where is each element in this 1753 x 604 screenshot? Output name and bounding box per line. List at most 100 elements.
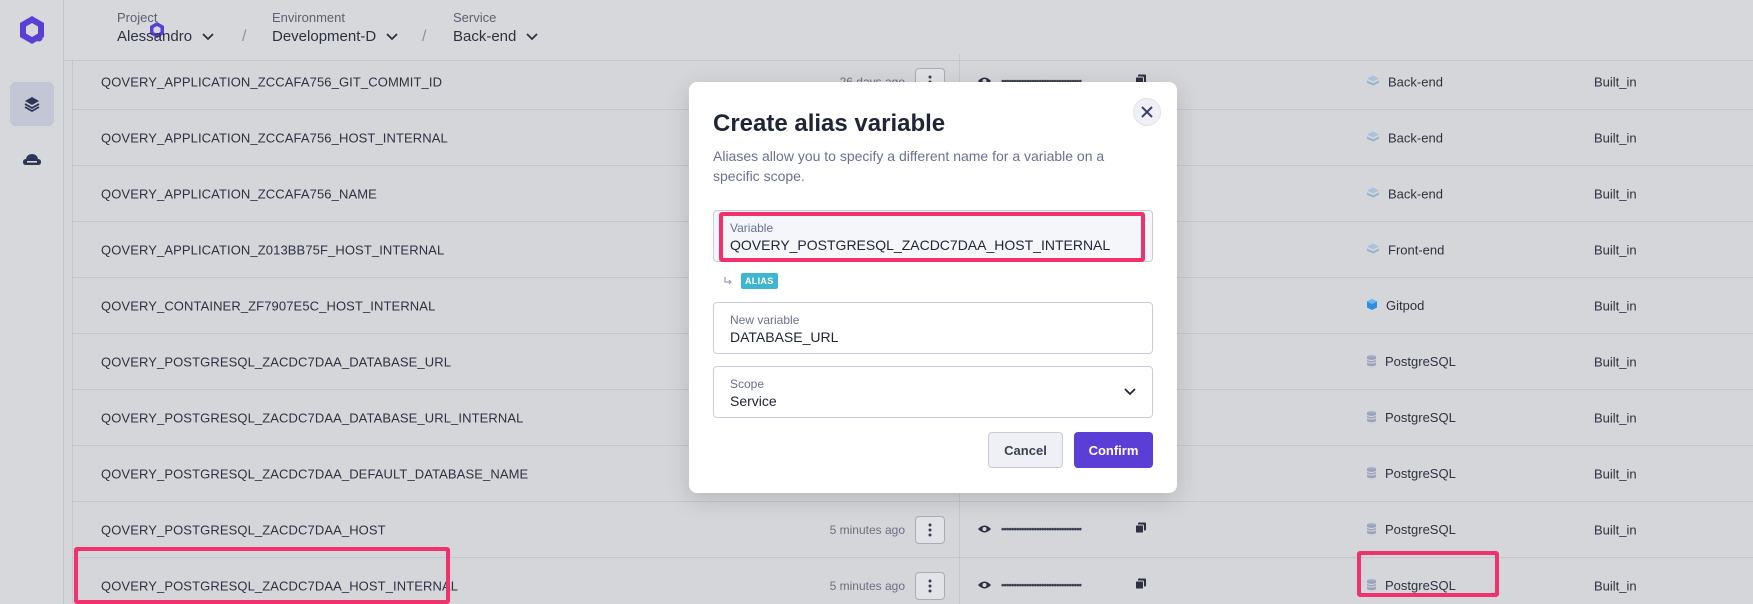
variable-name: QOVERY_POSTGRESQL_ZACDC7DAA_DATABASE_URL…	[101, 410, 524, 425]
scope-select[interactable]: Scope Service	[713, 366, 1153, 418]
variable-name: QOVERY_POSTGRESQL_ZACDC7DAA_DEFAULT_DATA…	[101, 466, 529, 481]
application-icon	[1366, 74, 1380, 89]
breadcrumb-environment-label: Environment	[272, 10, 345, 25]
copy-icon[interactable]	[1135, 577, 1147, 595]
breadcrumb-project[interactable]: Project Alessandro	[117, 10, 214, 45]
service-cell: PostgreSQL	[1366, 354, 1456, 370]
breadcrumb-project-value: Alessandro	[117, 28, 193, 45]
variable-name: QOVERY_POSTGRESQL_ZACDC7DAA_DATABASE_URL	[101, 354, 452, 369]
service-name: Gitpod	[1386, 298, 1425, 313]
new-variable-field[interactable]: New variable DATABASE_URL	[713, 302, 1153, 354]
service-cell: Gitpod	[1366, 298, 1424, 314]
cancel-button[interactable]: Cancel	[988, 432, 1063, 468]
scope-cell: Built_in	[1594, 130, 1637, 145]
row-actions-button[interactable]	[915, 571, 945, 600]
chevron-down-icon	[526, 32, 539, 40]
breadcrumb-environment-value: Development-D	[272, 28, 377, 45]
service-cell: PostgreSQL	[1366, 410, 1456, 426]
database-icon	[1366, 354, 1377, 370]
close-icon	[1141, 106, 1153, 118]
scope-cell: Built_in	[1594, 410, 1637, 425]
cloud-icon	[23, 154, 41, 165]
eye-icon[interactable]	[977, 521, 992, 539]
alias-badge: ALIAS	[741, 273, 778, 289]
database-icon	[1366, 522, 1377, 538]
highlight-variable-field	[719, 212, 1145, 262]
scope-cell: Built_in	[1594, 298, 1637, 313]
close-button[interactable]	[1133, 98, 1161, 126]
chevron-down-icon	[1124, 388, 1136, 396]
service-name: PostgreSQL	[1385, 522, 1456, 537]
breadcrumb-service-label: Service	[453, 10, 497, 25]
variable-name: QOVERY_APPLICATION_Z013BB75F_HOST_INTERN…	[101, 242, 445, 257]
copy-icon[interactable]	[1135, 521, 1147, 539]
database-icon	[1366, 410, 1377, 426]
new-variable-field-label: New variable	[730, 313, 800, 327]
modal-title: Create alias variable	[713, 110, 946, 137]
service-cell: Front-end	[1366, 242, 1444, 257]
top-header: Project Alessandro / Environment Develop…	[64, 0, 1753, 61]
nav-services-button[interactable]	[10, 82, 54, 126]
new-variable-field-value[interactable]: DATABASE_URL	[730, 329, 838, 345]
layers-icon	[24, 97, 40, 113]
application-icon	[1366, 242, 1380, 257]
arrow-return-icon	[724, 277, 732, 285]
alias-indicator: ALIAS	[723, 273, 778, 289]
variable-name: QOVERY_APPLICATION_ZCCAFA756_NAME	[101, 186, 377, 201]
variable-name: QOVERY_APPLICATION_ZCCAFA756_GIT_COMMIT_…	[101, 74, 443, 89]
service-name: Back-end	[1388, 130, 1443, 145]
service-cell: Back-end	[1366, 186, 1443, 201]
scope-cell: Built_in	[1594, 466, 1637, 481]
eye-icon[interactable]	[977, 577, 992, 595]
service-cell: PostgreSQL	[1366, 466, 1456, 482]
more-vertical-icon	[928, 579, 932, 592]
masked-value: ••••••••••••••••••••••••••••••••	[1001, 580, 1082, 591]
breadcrumb-environment[interactable]: Environment Development-D	[272, 10, 398, 45]
breadcrumb-separator: /	[242, 28, 247, 45]
scope-cell: Built_in	[1594, 522, 1637, 537]
service-name: Front-end	[1388, 242, 1445, 257]
updated-time: 5 minutes ago	[829, 522, 905, 537]
create-alias-modal: Create alias variable Aliases allow you …	[689, 82, 1177, 493]
application-icon	[1366, 130, 1380, 145]
scope-cell: Built_in	[1594, 578, 1637, 593]
service-name: PostgreSQL	[1385, 410, 1456, 425]
variable-name: QOVERY_CONTAINER_ZF7907E5C_HOST_INTERNAL	[101, 298, 436, 313]
container-icon	[1366, 298, 1378, 314]
service-name: PostgreSQL	[1385, 466, 1456, 481]
modal-description: Aliases allow you to specify a different…	[713, 148, 1105, 184]
service-cell: PostgreSQL	[1366, 522, 1456, 538]
variable-name: QOVERY_APPLICATION_ZCCAFA756_HOST_INTERN…	[101, 130, 448, 145]
highlight-variable-name	[74, 547, 450, 604]
row-actions-button[interactable]	[915, 515, 945, 544]
column-divider	[959, 558, 960, 604]
variable-name: QOVERY_POSTGRESQL_ZACDC7DAA_HOST	[101, 522, 386, 537]
confirm-button[interactable]: Confirm	[1074, 432, 1153, 468]
scope-cell: Built_in	[1594, 242, 1637, 257]
breadcrumb-service[interactable]: Service Back-end	[453, 10, 539, 45]
more-vertical-icon	[928, 523, 932, 536]
service-name: PostgreSQL	[1385, 354, 1456, 369]
scope-select-label: Scope	[730, 377, 765, 391]
scope-cell: Built_in	[1594, 354, 1637, 369]
breadcrumb-service-value: Back-end	[453, 28, 517, 45]
scope-cell: Built_in	[1594, 74, 1637, 89]
scope-cell: Built_in	[1594, 186, 1637, 201]
chevron-down-icon	[202, 32, 214, 40]
nav-cloud-button[interactable]	[10, 138, 54, 182]
qovery-logo-icon[interactable]	[14, 12, 50, 48]
chevron-down-icon	[386, 32, 398, 40]
service-name: Back-end	[1388, 186, 1443, 201]
breadcrumb-separator: /	[422, 28, 427, 45]
database-icon	[1366, 466, 1377, 482]
scope-select-value: Service	[730, 393, 777, 409]
application-icon	[1366, 186, 1380, 201]
breadcrumb-project-label: Project	[117, 10, 158, 25]
masked-value: ••••••••••••••••••••••••••••••••	[1001, 524, 1082, 535]
service-cell: Back-end	[1366, 74, 1443, 89]
updated-time: 5 minutes ago	[829, 578, 905, 593]
column-divider	[959, 502, 960, 557]
service-cell: Back-end	[1366, 130, 1443, 145]
left-rail	[0, 0, 64, 604]
service-name: Back-end	[1388, 74, 1443, 89]
